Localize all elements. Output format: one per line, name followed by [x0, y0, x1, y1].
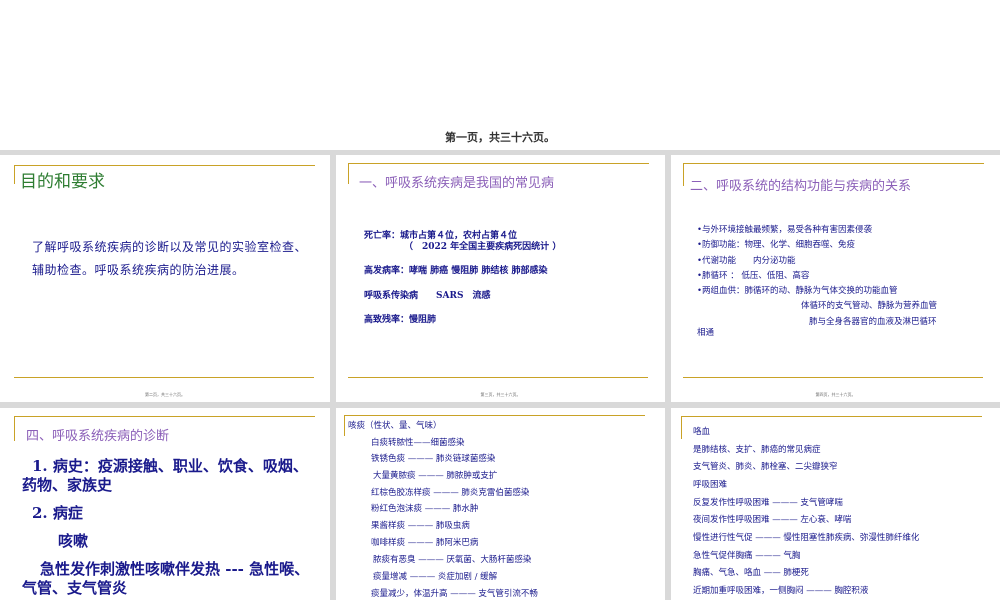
slide-title: 咯血: [693, 427, 711, 437]
slide-thumbnail-4[interactable]: 四、呼吸系统疾病的诊断 1. 病史：疫源接触、职业、饮食、吸烟、 药物、家族史 …: [0, 408, 330, 600]
slide-title: 四、呼吸系统疾病的诊断: [26, 429, 170, 444]
slide-thumbnail-1[interactable]: 目的和要求 了解呼吸系统疾病的诊断以及常见的实验室检查、 辅助检查。呼吸系统疾病…: [0, 155, 330, 402]
slide-divider: [14, 377, 314, 378]
body-line: 咳嗽: [58, 532, 89, 550]
body-line: 果酱样痰 ——— 肺吸虫病: [371, 521, 470, 531]
body-line: 夜间发作性呼吸困难 ——— 左心衰、哮喘: [693, 515, 852, 525]
body-line: 脓痰有恶臭 ——— 厌氧菌、大肠杆菌感染: [373, 555, 532, 565]
body-line: 了解呼吸系统疾病的诊断以及常见的实验室检查、: [32, 240, 308, 254]
slide-title: 一、呼吸系统疾病是我国的常见病: [359, 176, 555, 191]
body-line: •代谢功能 内分泌功能: [697, 256, 796, 266]
slide-divider: [683, 377, 983, 378]
body-line: 高致残率：慢阻肺: [364, 315, 437, 325]
body-line: •肺循环 ： 低压、低阻、高容: [697, 271, 810, 281]
body-line: 咖啡样痰 ——— 肺阿米巴病: [371, 538, 479, 548]
body-line: •两组血供：肺循环的动、静脉为气体交换的功能血管: [697, 286, 898, 296]
slide-thumbnail-3[interactable]: 二、呼吸系统的结构功能与疾病的关系 •与外环境接触最频繁，易受各种有害因素侵袭 …: [671, 155, 1000, 402]
top-band: [0, 0, 1000, 150]
body-line: 慢性进行性气促 ——— 慢性阻塞性肺疾病、弥漫性肺纤维化: [693, 533, 920, 543]
body-line: 痰量增减 ——— 炎症加剧 / 缓解: [373, 572, 498, 582]
body-line: 高发病率：哮喘 肺癌 慢阻肺 肺结核 肺部感染: [364, 266, 548, 276]
body-line: 铁锈色痰 ——— 肺炎链球菌感染: [371, 454, 496, 464]
body-line: 粉红色泡沫痰 ——— 肺水肿: [371, 504, 479, 514]
slide-title: 咳痰（性状、量、气味）: [348, 421, 442, 431]
body-line: 白痰转脓性——细菌感染: [371, 438, 465, 448]
body-line: 急性发作刺激性咳嗽伴发热 --- 急性喉、: [40, 560, 310, 578]
slide-footer: 第四页，共三十六页。: [815, 392, 856, 397]
body-line: 是肺结核、支扩、肺癌的常见病症: [693, 445, 821, 455]
body-line: 急性气促伴胸痛 ——— 气胸: [693, 551, 801, 561]
slide-footer: 第二页，共三十六页。: [145, 392, 185, 397]
body-line: •与外环境接触最频繁，易受各种有害因素侵袭: [697, 225, 873, 235]
body-line: 呼吸困难: [693, 480, 728, 490]
slide-thumbnail-5[interactable]: 咳痰（性状、量、气味） 白痰转脓性——细菌感染 铁锈色痰 ——— 肺炎链球菌感染…: [336, 408, 665, 600]
slide-title: 目的和要求: [20, 172, 105, 192]
body-line: 痰量减少，体温升高 ——— 支气管引流不畅: [371, 589, 538, 599]
body-line: 1. 病史：疫源接触、职业、饮食、吸烟、: [32, 457, 308, 475]
body-line: 辅助检查。呼吸系统疾病的防治进展。: [32, 263, 245, 277]
body-line: 红棕色胶冻样痰 ——— 肺炎克雷伯菌感染: [371, 488, 530, 498]
slide-title: 二、呼吸系统的结构功能与疾病的关系: [690, 179, 912, 194]
body-line: 2. 病症: [32, 504, 83, 522]
body-line: 相通: [697, 328, 715, 338]
slide-thumbnail-6[interactable]: 咯血 是肺结核、支扩、肺癌的常见病症 支气管炎、肺炎、肺栓塞、二尖瓣狭窄 呼吸困…: [671, 408, 1000, 600]
body-line: 胸痛、气急、咯血 —— 肺梗死: [693, 568, 809, 578]
body-line: •防御功能：物理、化学、细胞吞噬、免疫: [697, 240, 856, 250]
slide-frame: [681, 416, 982, 439]
body-line: 反复发作性呼吸困难 ——— 支气管哮喘: [693, 498, 843, 508]
body-line: 大量黄脓痰 ——— 肺脓肿或支扩: [373, 471, 498, 481]
slide-divider: [348, 377, 648, 378]
slide-thumbnail-2[interactable]: 一、呼吸系统疾病是我国的常见病 死亡率：城市占第４位，农村占第４位 （ 2022…: [336, 155, 665, 402]
page-caption: 第一页，共三十六页。: [445, 131, 555, 144]
body-line: 近期加重呼吸困难，一侧胸闷 ——— 胸腔积液: [693, 586, 869, 596]
slide-footer: 第三页，共三十六页。: [480, 392, 521, 397]
body-line: 呼吸系传染病 SARS 流感: [364, 291, 491, 301]
body-line: 支气管炎、肺炎、肺栓塞、二尖瓣狭窄: [693, 462, 838, 472]
body-line: 体循环的支气管动、静脉为营养血管: [801, 301, 938, 311]
body-line: 药物、家族史: [22, 476, 113, 494]
body-line: 气管、支气管炎: [22, 579, 128, 597]
body-line: （ 2022 年全国主要疾病死因统计 ）: [404, 242, 562, 252]
body-line: 肺与全身各器官的血液及淋巴循环: [809, 317, 937, 327]
